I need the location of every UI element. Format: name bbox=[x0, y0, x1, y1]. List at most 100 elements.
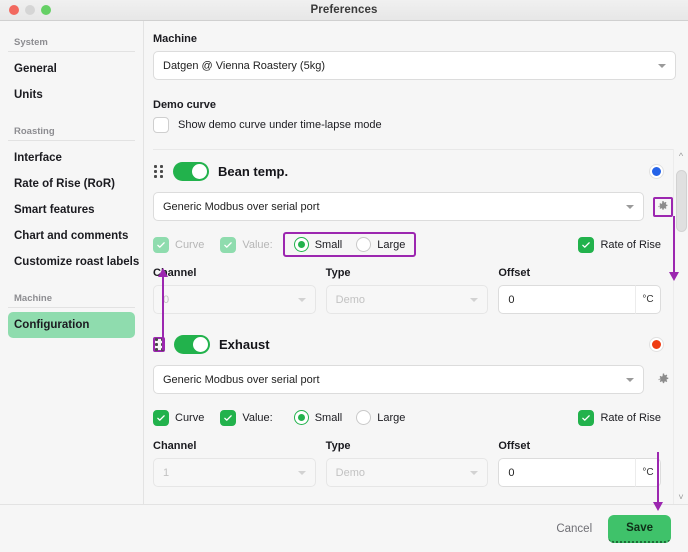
offset-field: Offset 0 °C bbox=[498, 440, 662, 487]
demo-curve-label: Demo curve bbox=[153, 99, 216, 111]
device-channel-type-offset-row: Channel 1 Type Demo Offset 0 °C bbox=[153, 440, 673, 487]
vertical-scrollbar[interactable]: ^ ˅ bbox=[673, 149, 688, 504]
sidebar-item-configuration[interactable]: Configuration bbox=[8, 312, 135, 338]
large-label: Large bbox=[377, 411, 406, 424]
window-body: System General Units Roasting Interface … bbox=[0, 21, 688, 504]
value-option[interactable]: Value: bbox=[220, 409, 273, 426]
device-status-dot bbox=[650, 164, 663, 178]
sidebar-item-chart-and-comments[interactable]: Chart and comments bbox=[8, 223, 135, 249]
size-option-small[interactable]: Small bbox=[293, 237, 343, 252]
scrollbar-thumb[interactable] bbox=[675, 170, 687, 232]
value-label: Value: bbox=[242, 411, 273, 424]
type-label: Type bbox=[325, 267, 351, 279]
chevron-down-icon bbox=[470, 470, 479, 475]
device-source-value: Generic Modbus over serial port bbox=[163, 373, 320, 386]
type-value: Demo bbox=[335, 466, 366, 479]
save-button[interactable]: Save bbox=[608, 514, 671, 543]
device-source-select[interactable]: Generic Modbus over serial port bbox=[153, 365, 644, 394]
demo-curve-section: Demo curve Show demo curve under time-la… bbox=[153, 99, 676, 133]
demo-curve-checkbox-label: Show demo curve under time-lapse mode bbox=[178, 119, 382, 131]
sidebar-group-roasting: Roasting bbox=[8, 122, 135, 141]
sidebar-item-interface[interactable]: Interface bbox=[8, 145, 135, 171]
device-enable-toggle[interactable] bbox=[173, 161, 209, 181]
cancel-button[interactable]: Cancel bbox=[556, 523, 592, 535]
sidebar: System General Units Roasting Interface … bbox=[0, 21, 144, 504]
large-radio[interactable] bbox=[356, 410, 372, 425]
sidebar-group-machine: Machine bbox=[8, 289, 135, 308]
device-bean-temp: Bean temp. Generic Modbus over serial po… bbox=[153, 158, 673, 317]
offset-unit: °C bbox=[635, 285, 662, 314]
device-channel-type-offset-row: Channel 0 Type Demo Offset 0 °C bbox=[153, 267, 673, 314]
chevron-down-icon bbox=[626, 204, 634, 209]
scroll-down-icon[interactable]: ˅ bbox=[678, 492, 683, 502]
scrollbar-track[interactable] bbox=[675, 164, 687, 489]
type-field: Type Demo bbox=[325, 267, 489, 314]
title-bar: Preferences bbox=[0, 0, 688, 21]
device-source-select[interactable]: Generic Modbus over serial port bbox=[153, 192, 644, 221]
value-size-radio-group: Small Large bbox=[283, 405, 417, 430]
curve-checkbox[interactable] bbox=[153, 236, 169, 253]
large-label: Large bbox=[377, 238, 406, 251]
size-option-large[interactable]: Large bbox=[356, 237, 405, 252]
device-settings-gear-icon[interactable] bbox=[653, 196, 673, 217]
scroll-up-icon[interactable]: ^ bbox=[679, 151, 683, 161]
channel-field: Channel 0 bbox=[153, 267, 316, 314]
drag-handle-icon[interactable] bbox=[153, 336, 165, 352]
small-radio[interactable] bbox=[293, 410, 309, 425]
curve-option[interactable]: Curve bbox=[153, 236, 205, 253]
device-enable-toggle[interactable] bbox=[174, 334, 210, 354]
curve-option[interactable]: Curve bbox=[153, 409, 204, 426]
drag-handle-icon[interactable] bbox=[153, 164, 164, 179]
offset-input-group: 0 °C bbox=[498, 285, 662, 314]
sidebar-item-general[interactable]: General bbox=[8, 56, 135, 82]
device-settings-gear-icon[interactable] bbox=[653, 370, 673, 390]
value-option[interactable]: Value: bbox=[220, 236, 273, 253]
offset-label: Offset bbox=[498, 267, 531, 279]
channel-select: 0 bbox=[153, 285, 316, 314]
window-title: Preferences bbox=[310, 4, 378, 16]
device-scroll-area: Bean temp. Generic Modbus over serial po… bbox=[153, 149, 688, 504]
offset-input[interactable]: 0 bbox=[498, 458, 636, 487]
device-name: Bean temp. bbox=[218, 163, 289, 179]
rate-of-rise-checkbox[interactable] bbox=[578, 409, 595, 426]
device-exhaust: Exhaust Generic Modbus over serial port bbox=[153, 331, 673, 490]
device-source-row: Generic Modbus over serial port bbox=[153, 192, 673, 221]
rate-of-rise-option[interactable]: Rate of Rise bbox=[578, 409, 661, 426]
sidebar-item-customize-roast-labels[interactable]: Customize roast labels bbox=[8, 249, 139, 275]
curve-label: Curve bbox=[175, 238, 205, 251]
type-select: Demo bbox=[325, 458, 489, 487]
small-label: Small bbox=[314, 238, 343, 251]
device-list: Bean temp. Generic Modbus over serial po… bbox=[153, 149, 673, 504]
rate-of-rise-option[interactable]: Rate of Rise bbox=[578, 236, 661, 253]
chevron-down-icon bbox=[297, 470, 306, 475]
device-status-dot bbox=[650, 337, 663, 351]
offset-input[interactable]: 0 bbox=[498, 285, 636, 314]
small-radio[interactable] bbox=[293, 237, 309, 252]
sidebar-item-units[interactable]: Units bbox=[8, 82, 135, 108]
rate-of-rise-label: Rate of Rise bbox=[600, 411, 661, 424]
chevron-down-icon bbox=[297, 297, 306, 302]
size-option-large[interactable]: Large bbox=[356, 410, 405, 425]
machine-field: Machine Datgen @ Vienna Roastery (5kg) bbox=[153, 33, 676, 80]
device-source-row: Generic Modbus over serial port bbox=[153, 365, 673, 394]
machine-select[interactable]: Datgen @ Vienna Roastery (5kg) bbox=[153, 51, 676, 80]
value-size-radio-group: Small Large bbox=[282, 232, 417, 257]
preferences-window: Preferences System General Units Roastin… bbox=[0, 0, 688, 552]
size-option-small[interactable]: Small bbox=[293, 410, 342, 425]
value-checkbox[interactable] bbox=[220, 409, 237, 426]
demo-curve-row: Show demo curve under time-lapse mode bbox=[153, 117, 676, 133]
device-source-value: Generic Modbus over serial port bbox=[163, 200, 320, 213]
sidebar-item-smart-features[interactable]: Smart features bbox=[8, 197, 135, 223]
channel-field: Channel 1 bbox=[153, 440, 316, 487]
offset-value: 0 bbox=[508, 466, 515, 479]
sidebar-item-rate-of-rise[interactable]: Rate of Rise (RoR) bbox=[8, 171, 135, 197]
value-checkbox[interactable] bbox=[220, 236, 237, 253]
sidebar-group-system: System bbox=[8, 33, 135, 52]
channel-value: 0 bbox=[163, 293, 170, 306]
offset-unit: °C bbox=[635, 458, 662, 487]
curve-checkbox[interactable] bbox=[153, 409, 169, 426]
rate-of-rise-checkbox[interactable] bbox=[578, 236, 595, 253]
channel-label: Channel bbox=[153, 440, 197, 452]
demo-curve-checkbox[interactable] bbox=[153, 117, 169, 133]
large-radio[interactable] bbox=[356, 237, 372, 252]
